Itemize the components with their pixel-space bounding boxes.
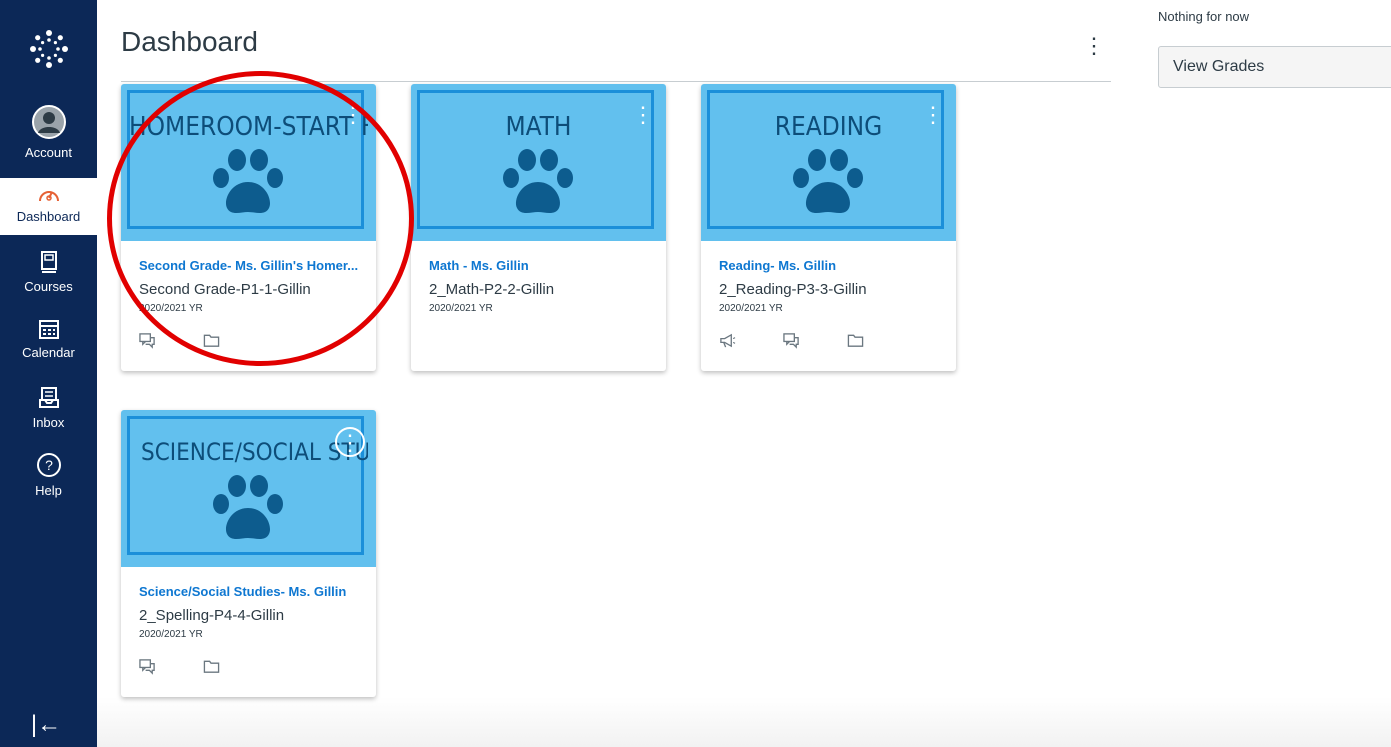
announcements-megaphone-icon[interactable]: [719, 329, 783, 351]
nav-item-calendar[interactable]: Calendar: [0, 318, 97, 360]
nav-label-help: Help: [35, 483, 62, 498]
nav-item-dashboard[interactable]: Dashboard: [0, 178, 97, 235]
hero-title: Reading: [774, 112, 883, 142]
nav-label-courses: Courses: [24, 279, 73, 294]
discussions-icon[interactable]: [139, 329, 203, 351]
files-folder-icon[interactable]: [203, 329, 267, 351]
course-card-hero[interactable]: Homeroom-Start Here ⋮: [121, 84, 376, 241]
nav-item-help[interactable]: ? Help: [0, 452, 97, 498]
canvas-logo-icon: [29, 29, 68, 68]
course-card-hero[interactable]: Reading ⋮: [701, 84, 956, 241]
card-options-icon[interactable]: ⋮: [342, 104, 364, 132]
paw-print-icon: [213, 475, 283, 539]
course-term: 2020/2021 YR: [719, 303, 783, 314]
nav-item-account[interactable]: Account: [0, 104, 97, 160]
footer-shade: [97, 697, 1391, 747]
card-actions: [139, 329, 267, 351]
calendar-icon: [0, 318, 97, 343]
course-card-hero[interactable]: Math ⋮: [411, 84, 666, 241]
card-options-icon[interactable]: ⋮: [632, 104, 654, 132]
course-link[interactable]: Science/Social Studies- Ms. Gillin: [139, 584, 346, 599]
view-grades-button[interactable]: View Grades: [1158, 46, 1391, 88]
nav-label-calendar: Calendar: [22, 345, 75, 360]
header-divider: [121, 81, 1111, 82]
collapse-nav-icon[interactable]: |←: [26, 711, 66, 739]
course-term: 2020/2021 YR: [139, 303, 203, 314]
course-term: 2020/2021 YR: [429, 303, 493, 314]
course-card-homeroom: Homeroom-Start Here ⋮ Second Grade- Ms. …: [121, 84, 376, 371]
course-term: 2020/2021 YR: [139, 629, 203, 640]
nav-label-dashboard: Dashboard: [16, 209, 81, 224]
card-actions: [719, 329, 911, 351]
paw-print-icon: [793, 149, 863, 213]
course-code: 2_Math-P2-2-Gillin: [429, 281, 555, 298]
dashboard-options-icon[interactable]: ⋮: [1083, 32, 1105, 60]
hero-title: Homeroom-Start Here: [129, 112, 368, 142]
hero-title: Math: [505, 112, 572, 142]
card-options-icon[interactable]: ⋮: [335, 427, 365, 457]
discussions-icon[interactable]: [783, 329, 847, 351]
help-question-icon: ?: [0, 452, 97, 481]
account-avatar-icon: [0, 104, 97, 143]
inbox-icon: [0, 386, 97, 413]
paw-print-icon: [503, 149, 573, 213]
course-card-reading: Reading ⋮ Reading- Ms. Gillin 2_Reading-…: [701, 84, 956, 371]
nav-item-inbox[interactable]: Inbox: [0, 386, 97, 430]
course-link[interactable]: Math - Ms. Gillin: [429, 258, 529, 273]
course-link[interactable]: Reading- Ms. Gillin: [719, 258, 836, 273]
todo-empty-text: Nothing for now: [1158, 9, 1250, 24]
card-actions: [139, 655, 267, 677]
course-link[interactable]: Second Grade- Ms. Gillin's Homer...: [139, 258, 358, 273]
courses-book-icon: [0, 250, 97, 277]
hero-title: Science/Social Studies: [141, 438, 368, 466]
dashboard-gauge-icon: [0, 184, 97, 207]
course-code: 2_Reading-P3-3-Gillin: [719, 281, 867, 298]
course-card-science: Science/Social Studies ⋮ Science/Social …: [121, 410, 376, 697]
global-navigation: Account Dashboard Courses Calendar Inbox…: [0, 0, 97, 747]
course-code: 2_Spelling-P4-4-Gillin: [139, 607, 285, 624]
course-card-math: Math ⋮ Math - Ms. Gillin 2_Math-P2-2-Gil…: [411, 84, 666, 371]
canvas-logo[interactable]: [0, 0, 97, 97]
discussions-icon[interactable]: [139, 655, 203, 677]
files-folder-icon[interactable]: [203, 655, 267, 677]
page-title: Dashboard: [121, 26, 258, 57]
course-code: Second Grade-P1-1-Gillin: [139, 281, 311, 298]
card-options-icon[interactable]: ⋮: [922, 104, 944, 132]
svg-text:?: ?: [45, 457, 53, 473]
nav-label-account: Account: [25, 145, 72, 160]
files-folder-icon[interactable]: [847, 329, 911, 351]
nav-label-inbox: Inbox: [32, 415, 65, 430]
paw-print-icon: [213, 149, 283, 213]
nav-item-courses[interactable]: Courses: [0, 250, 97, 294]
course-card-hero[interactable]: Science/Social Studies ⋮: [121, 410, 376, 567]
